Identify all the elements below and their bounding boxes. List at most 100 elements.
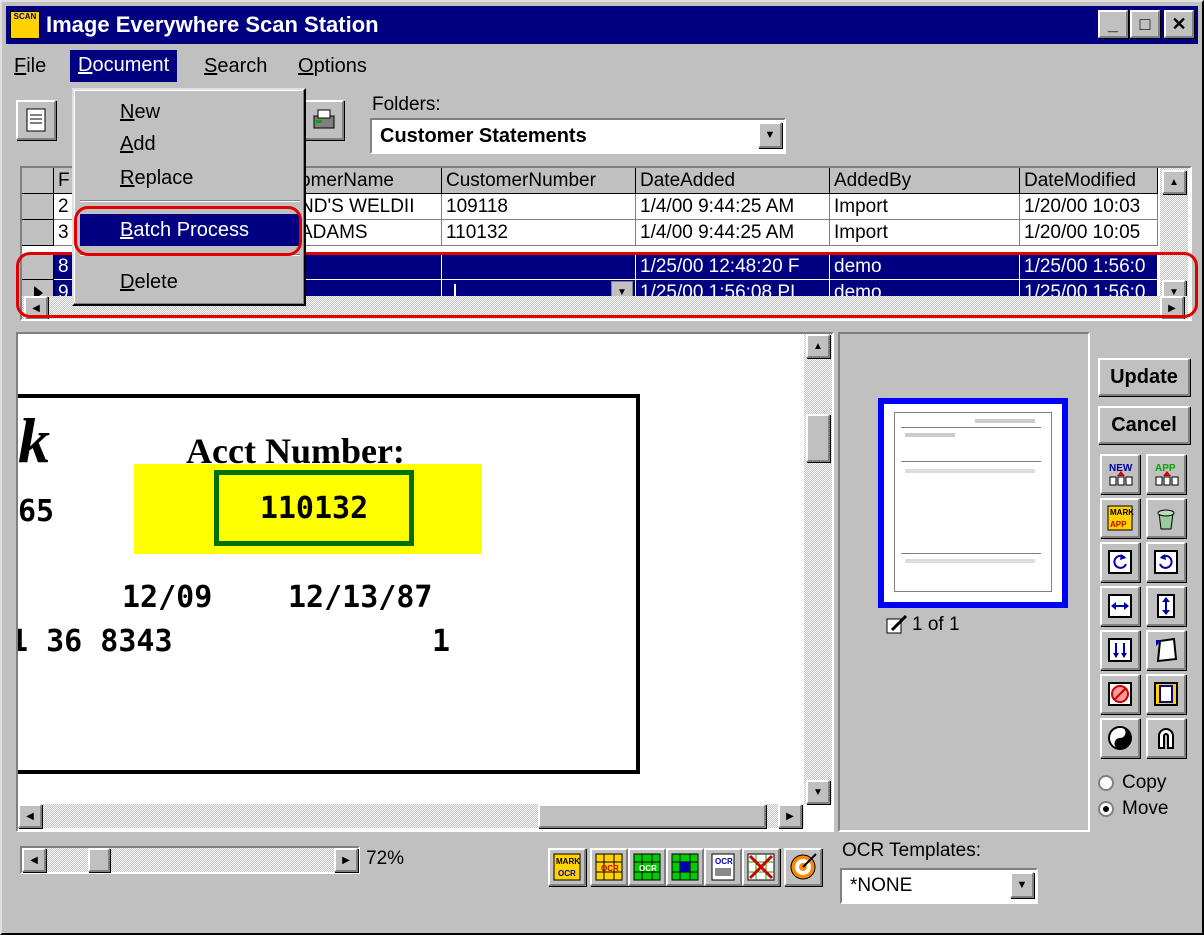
document-image-viewer[interactable]: k Acct Number: 110132 65 12/09 12/13/87 … bbox=[16, 332, 834, 832]
scanner-button[interactable] bbox=[304, 100, 344, 140]
zoom-level: 72% bbox=[366, 848, 405, 869]
menu-bar: File Document Search Options bbox=[6, 46, 1198, 86]
document-letter: k bbox=[18, 405, 50, 476]
fit-width-icon[interactable] bbox=[1100, 586, 1140, 626]
target-icon[interactable] bbox=[784, 848, 822, 886]
col-header-datemodified[interactable]: DateModified bbox=[1020, 168, 1158, 194]
radio-dot bbox=[1098, 775, 1114, 791]
scroll-down-icon[interactable]: ▼ bbox=[806, 780, 830, 804]
doc-date2: 12/13/87 bbox=[288, 580, 433, 615]
scroll-thumb[interactable] bbox=[806, 414, 830, 462]
close-button[interactable]: ✕ bbox=[1164, 10, 1194, 38]
cell-number: 109118 bbox=[442, 194, 636, 220]
crop-icon[interactable] bbox=[1146, 674, 1186, 714]
scanner-icon bbox=[313, 109, 335, 129]
ocr-page-icon[interactable]: OCR bbox=[704, 848, 742, 886]
document-icon bbox=[26, 108, 46, 132]
radio-dot-selected bbox=[1098, 801, 1114, 817]
chevron-down-icon[interactable]: ▼ bbox=[1010, 872, 1034, 898]
chevron-down-icon[interactable]: ▼ bbox=[758, 122, 782, 148]
fit-height-icon[interactable] bbox=[1146, 586, 1186, 626]
scroll-left-icon[interactable]: ◀ bbox=[18, 804, 42, 828]
scan-app-icon[interactable]: SCAN bbox=[10, 11, 40, 39]
menu-item-replace[interactable]: Replace bbox=[80, 162, 300, 194]
acct-number-box[interactable]: 110132 bbox=[214, 470, 414, 546]
menu-separator bbox=[80, 200, 300, 202]
zoom-out-icon[interactable]: ◀ bbox=[22, 848, 46, 872]
scroll-right-icon[interactable]: ▶ bbox=[778, 804, 802, 828]
col-header-customernumber[interactable]: CustomerNumber bbox=[442, 168, 636, 194]
ocr-templates-dropdown[interactable]: *NONE ▼ bbox=[840, 868, 1038, 904]
page-indicator: 1 of 1 bbox=[886, 614, 960, 636]
recycle-icon[interactable] bbox=[1146, 498, 1186, 538]
ocr-highlight-zone[interactable]: 110132 bbox=[134, 464, 482, 554]
zoom-slider-thumb[interactable] bbox=[88, 848, 110, 872]
invert-icon[interactable] bbox=[1100, 718, 1140, 758]
folders-dropdown[interactable]: Customer Statements ▼ bbox=[370, 118, 786, 154]
minimize-button[interactable]: _ bbox=[1098, 10, 1128, 38]
menu-item-delete[interactable]: Delete bbox=[80, 266, 300, 298]
new-document-button[interactable] bbox=[16, 100, 56, 140]
row-selector[interactable] bbox=[22, 194, 54, 220]
thumbnail-panel: 1 of 1 bbox=[838, 332, 1090, 832]
menu-file[interactable]: File bbox=[14, 55, 46, 78]
action-panel: Update Cancel NEW APP MARK APP Copy Move bbox=[1094, 332, 1198, 832]
despeckle-icon[interactable] bbox=[1100, 674, 1140, 714]
cell-added: 1/4/00 9:44:25 AM bbox=[636, 220, 830, 246]
cell-number: 110132 bbox=[442, 220, 636, 246]
svg-text:OCR: OCR bbox=[639, 864, 657, 873]
zoom-in-icon[interactable]: ▶ bbox=[334, 848, 358, 872]
zoom-slider[interactable] bbox=[20, 846, 360, 874]
scroll-up-icon[interactable]: ▲ bbox=[806, 334, 830, 358]
svg-text:MARK: MARK bbox=[556, 857, 580, 866]
acct-number-value: 110132 bbox=[259, 490, 369, 526]
cell-by: Import bbox=[830, 194, 1020, 220]
append-icon[interactable]: APP bbox=[1146, 454, 1186, 494]
thumbnail-page bbox=[894, 412, 1052, 592]
document-menu: New Add Replace Batch Process Delete bbox=[72, 88, 306, 306]
row-selector[interactable] bbox=[22, 220, 54, 246]
scroll-up-icon[interactable]: ▲ bbox=[1162, 170, 1186, 194]
image-vertical-scrollbar[interactable] bbox=[804, 334, 832, 804]
mark-append-icon[interactable]: MARK APP bbox=[1100, 498, 1140, 538]
ocr-table-icon[interactable] bbox=[666, 848, 704, 886]
update-button[interactable]: Update bbox=[1098, 358, 1190, 396]
menu-item-add[interactable]: Add bbox=[80, 128, 300, 160]
folders-value: Customer Statements bbox=[380, 125, 587, 147]
title-bar[interactable]: SCAN Image Everywhere Scan Station _ □ ✕ bbox=[6, 6, 1198, 44]
magnet-icon[interactable] bbox=[1146, 718, 1186, 758]
ocr-templates-value: *NONE bbox=[850, 875, 913, 896]
move-radio[interactable]: Move bbox=[1098, 798, 1168, 820]
col-header-addedby[interactable]: AddedBy bbox=[830, 168, 1020, 194]
new-icon[interactable]: NEW bbox=[1100, 454, 1140, 494]
menu-item-new[interactable]: New bbox=[80, 96, 300, 128]
doc-line3: 1 36 8343 bbox=[16, 624, 173, 659]
maximize-button[interactable]: □ bbox=[1130, 10, 1160, 38]
flip-icon[interactable] bbox=[1100, 630, 1140, 670]
doc-date1: 12/09 bbox=[122, 580, 213, 615]
menu-search[interactable]: Search bbox=[204, 55, 267, 78]
doc-line3-count: 1 bbox=[432, 624, 451, 659]
ocr-green-icon[interactable]: OCR bbox=[628, 848, 666, 886]
rotate-right-icon[interactable] bbox=[1146, 542, 1186, 582]
close-icon: ✕ bbox=[1171, 13, 1187, 34]
col-header-dateadded[interactable]: DateAdded bbox=[636, 168, 830, 194]
mark-ocr-icon[interactable]: MARK OCR bbox=[548, 848, 586, 886]
cancel-button[interactable]: Cancel bbox=[1098, 406, 1190, 444]
col-header-customername[interactable]: omerName bbox=[296, 168, 442, 194]
batch-process-annotation bbox=[74, 206, 302, 256]
copy-radio[interactable]: Copy bbox=[1098, 772, 1166, 794]
ocr-grid-icon[interactable]: OCR bbox=[590, 848, 628, 886]
svg-text:OCR: OCR bbox=[715, 857, 733, 866]
scroll-thumb[interactable] bbox=[538, 804, 766, 828]
menu-options[interactable]: Options bbox=[298, 55, 367, 78]
ocr-clear-icon[interactable] bbox=[742, 848, 780, 886]
menu-document[interactable]: Document bbox=[70, 50, 178, 82]
page-thumbnail[interactable] bbox=[878, 398, 1068, 608]
deskew-icon[interactable] bbox=[1146, 630, 1186, 670]
maximize-icon: □ bbox=[1139, 13, 1151, 34]
cell-name: ADAMS bbox=[296, 220, 442, 246]
move-label: Move bbox=[1122, 798, 1169, 819]
rotate-left-icon[interactable] bbox=[1100, 542, 1140, 582]
edit-page-icon[interactable] bbox=[886, 615, 908, 635]
